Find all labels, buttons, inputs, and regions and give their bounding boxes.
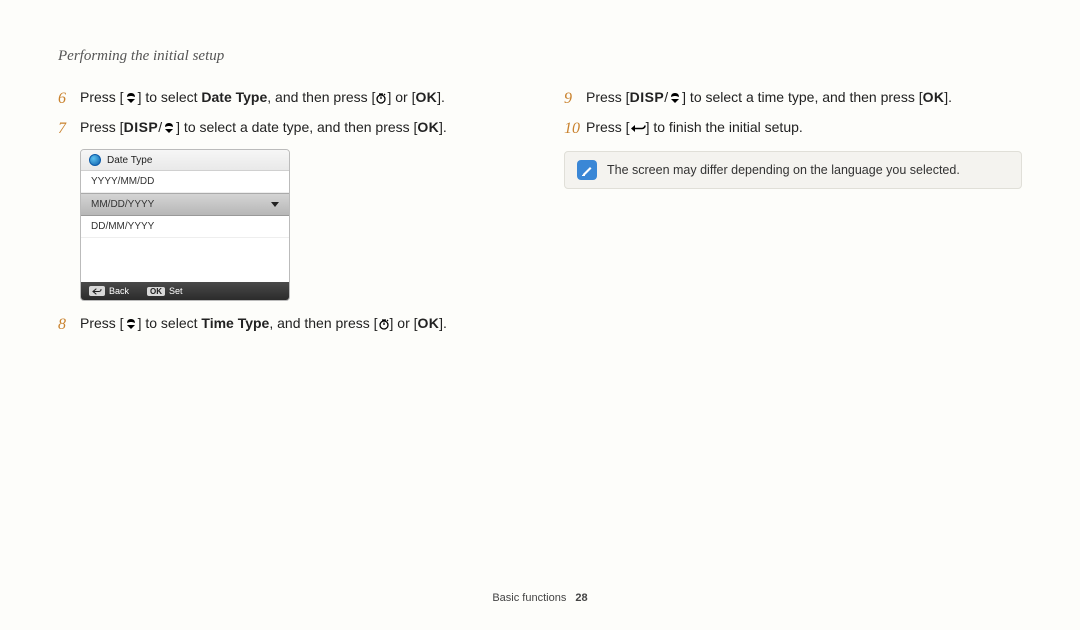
step-6: 6 Press [ ] to select Date Type, and then… xyxy=(58,87,516,111)
date-option-row[interactable]: DD/MM/YYYY xyxy=(81,216,289,238)
chevron-down-icon xyxy=(271,202,279,207)
bold: Date Type xyxy=(201,89,267,105)
timer-icon xyxy=(378,318,390,330)
txt: Press [ xyxy=(586,89,630,105)
ok-label: OK xyxy=(923,89,945,105)
txt: Press [ xyxy=(586,119,630,135)
txt: ]. xyxy=(944,89,952,105)
txt: , and then press [ xyxy=(269,315,377,331)
ok-label: OK xyxy=(418,315,440,331)
back-icon xyxy=(89,286,105,296)
macro-down-icon xyxy=(124,92,138,104)
txt: Press [ xyxy=(80,315,124,331)
txt: ]. xyxy=(439,119,447,135)
back-label: Back xyxy=(109,286,129,296)
ok-label: OK xyxy=(417,119,439,135)
step-8: 8 Press [ ] to select Time Type, and then… xyxy=(58,313,516,337)
txt: ] to finish the initial setup. xyxy=(646,119,803,135)
step-number: 9 xyxy=(564,87,586,111)
step-number: 6 xyxy=(58,87,80,111)
ok-pill: OK xyxy=(147,287,165,296)
step-9: 9 Press [DISP/] to select a time type, a… xyxy=(564,87,1022,111)
empty-row xyxy=(81,260,289,282)
step-text: Press [DISP/] to select a time type, and… xyxy=(586,87,1022,108)
date-option-row-selected[interactable]: MM/DD/YYYY xyxy=(81,193,289,216)
step-10: 10 Press [ ] to finish the initial setup. xyxy=(564,117,1022,141)
note-text: The screen may differ depending on the l… xyxy=(607,163,960,177)
step-7: 7 Press [DISP/] to select a date type, a… xyxy=(58,117,516,141)
txt: ]. xyxy=(439,315,447,331)
empty-row xyxy=(81,238,289,260)
left-column: 6 Press [] to select Date Type, and then… xyxy=(58,87,516,343)
txt: ] to select xyxy=(138,315,202,331)
txt: Press [ xyxy=(80,89,124,105)
set-label: Set xyxy=(169,286,183,296)
disp-label: DISP xyxy=(630,89,665,105)
timer-icon xyxy=(375,92,387,104)
right-column: 9 Press [DISP/] to select a time type, a… xyxy=(564,87,1022,343)
return-icon xyxy=(630,123,646,134)
macro-down-icon xyxy=(124,318,138,330)
device-screen: Date Type YYYY/MM/DD MM/DD/YYYY DD/MM/YY… xyxy=(80,149,290,301)
opt-label: DD/MM/YYYY xyxy=(91,221,154,232)
date-option-row[interactable]: YYYY/MM/DD xyxy=(81,171,289,193)
opt-label: YYYY/MM/DD xyxy=(91,176,154,187)
txt: Press [ xyxy=(80,119,124,135)
device-header: Date Type xyxy=(81,150,289,171)
txt: ] or [ xyxy=(387,89,415,105)
note-box: The screen may differ depending on the l… xyxy=(564,151,1022,189)
note-icon xyxy=(577,160,597,180)
opt-label: MM/DD/YYYY xyxy=(91,199,154,210)
device-title: Date Type xyxy=(107,155,152,166)
macro-down-icon xyxy=(668,92,682,104)
step-number: 7 xyxy=(58,117,80,141)
step-text: Press [DISP/] to select a date type, and… xyxy=(80,117,516,138)
bold: Time Type xyxy=(201,315,269,331)
disp-label: DISP xyxy=(124,119,159,135)
step-number: 8 xyxy=(58,313,80,337)
step-text: Press [ ] to finish the initial setup. xyxy=(586,117,1022,138)
footer-back-group[interactable]: Back xyxy=(89,286,129,296)
txt: ] to select a date type, and then press … xyxy=(176,119,417,135)
footer-section: Basic functions xyxy=(492,592,566,604)
txt: , and then press [ xyxy=(267,89,375,105)
device-rows: YYYY/MM/DD MM/DD/YYYY DD/MM/YYYY xyxy=(81,171,289,282)
step-number: 10 xyxy=(564,117,586,141)
txt: ] to select a time type, and then press … xyxy=(682,89,922,105)
txt: ]. xyxy=(437,89,445,105)
ok-label: OK xyxy=(415,89,437,105)
txt: ] to select xyxy=(138,89,202,105)
txt: ] or [ xyxy=(390,315,418,331)
step-text: Press [ ] to select Date Type, and then p… xyxy=(80,87,516,108)
footer-set-group[interactable]: OK Set xyxy=(147,286,183,296)
macro-down-icon xyxy=(162,122,176,134)
device-footer: Back OK Set xyxy=(81,282,289,300)
content-columns: 6 Press [] to select Date Type, and then… xyxy=(58,87,1022,343)
footer-page: 28 xyxy=(575,592,587,604)
page-header: Performing the initial setup xyxy=(58,48,1022,65)
page-footer: Basic functions 28 xyxy=(0,592,1080,604)
settings-dial-icon xyxy=(89,154,101,166)
step-text: Press [ ] to select Time Type, and then p… xyxy=(80,313,516,334)
